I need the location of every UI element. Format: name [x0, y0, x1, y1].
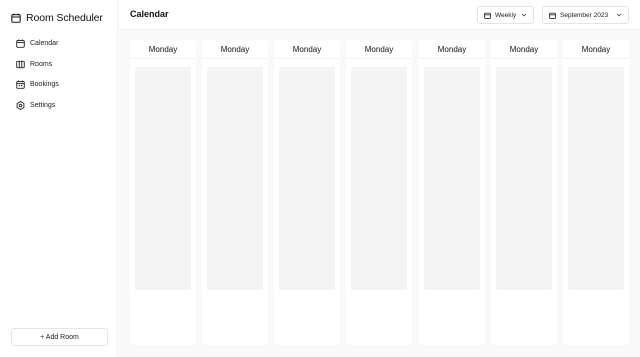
sidebar-item-rooms[interactable]: Rooms — [16, 58, 59, 71]
sidebar-nav: Calendar Rooms Bookings Settings — [16, 37, 59, 119]
day-header: Monday — [346, 40, 412, 59]
day-slot-area[interactable] — [279, 67, 335, 290]
day-header: Monday — [419, 40, 485, 59]
main-content: Calendar Weekly September 2023 Monday Mo… — [119, 0, 640, 357]
day-slot-area[interactable] — [496, 67, 552, 290]
day-header: Monday — [274, 40, 340, 59]
day-slot-area[interactable] — [135, 67, 191, 290]
sidebar-item-bookings[interactable]: Bookings — [16, 78, 59, 91]
calendar-icon — [11, 13, 21, 23]
page-title: Calendar — [130, 9, 169, 19]
sidebar-item-label: Rooms — [30, 60, 53, 68]
day-header: Monday — [202, 40, 268, 59]
sidebar-item-calendar[interactable]: Calendar — [16, 37, 59, 50]
top-bar: Calendar Weekly September 2023 — [119, 0, 640, 30]
view-select[interactable]: Weekly — [477, 6, 534, 24]
day-column: Monday — [419, 40, 485, 345]
sidebar: Room Scheduler Calendar Rooms Bookings S… — [0, 0, 118, 357]
calendar-check-icon — [16, 80, 25, 89]
view-select-value: Weekly — [495, 11, 517, 19]
calendar-icon — [16, 39, 25, 48]
day-slot-area[interactable] — [424, 67, 480, 290]
sidebar-item-label: Settings — [30, 101, 56, 109]
month-select-value: September 2023 — [560, 11, 609, 19]
calendar-icon — [484, 12, 491, 19]
month-select[interactable]: September 2023 — [542, 6, 629, 24]
chevron-down-icon — [616, 12, 622, 18]
columns-icon — [16, 60, 25, 69]
sidebar-item-label: Bookings — [30, 81, 59, 88]
gear-icon — [16, 100, 25, 110]
day-column: Monday — [346, 40, 412, 345]
day-column: Monday — [274, 40, 340, 345]
day-column: Monday — [202, 40, 268, 345]
sidebar-item-label: Calendar — [30, 40, 59, 47]
day-column: Monday — [563, 40, 629, 345]
day-header: Monday — [491, 40, 557, 59]
day-slot-area[interactable] — [568, 67, 624, 290]
add-room-button[interactable]: + Add Room — [11, 328, 108, 346]
calendar-icon — [549, 12, 556, 19]
sidebar-item-settings[interactable]: Settings — [16, 99, 59, 112]
day-column: Monday — [130, 40, 196, 345]
day-header: Monday — [130, 40, 196, 59]
chevron-down-icon — [521, 12, 527, 18]
day-header: Monday — [563, 40, 629, 59]
day-slot-area[interactable] — [351, 67, 407, 290]
day-slot-area[interactable] — [207, 67, 263, 290]
day-column: Monday — [491, 40, 557, 345]
app-brand: Room Scheduler — [11, 10, 103, 26]
app-title: Room Scheduler — [26, 12, 103, 24]
